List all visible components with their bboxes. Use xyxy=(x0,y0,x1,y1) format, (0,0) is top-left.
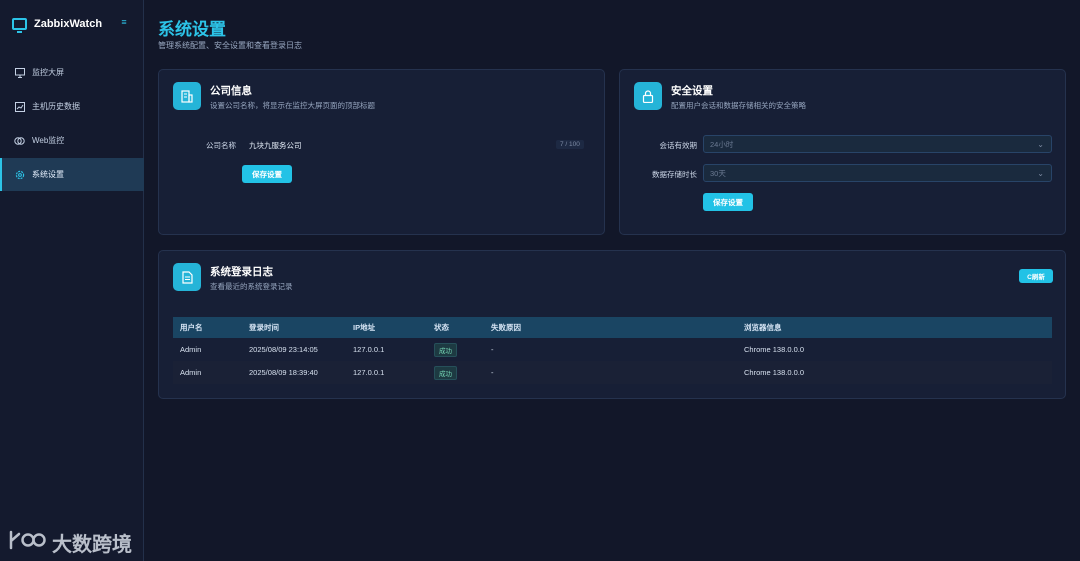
column-header-browser: 浏览器信息 xyxy=(744,323,782,332)
security-settings-card: 安全设置 配置用户会话和数据存储相关的安全策略 会话有效期 24小时 ⌄ 数据存… xyxy=(619,69,1066,235)
company-info-card: 公司信息 设置公司名称，将显示在监控大屏页面的顶部标题 公司名称 九块九服务公司… xyxy=(158,69,605,235)
cell-ip: 127.0.0.1 xyxy=(353,345,385,354)
company-name-label: 公司名称 xyxy=(206,141,236,150)
session-expiry-select[interactable]: 24小时 ⌄ xyxy=(703,135,1052,153)
column-header-reason: 失败原因 xyxy=(491,323,521,332)
company-save-button[interactable]: 保存设置 xyxy=(242,165,292,183)
login-log-table: 用户名 登录时间 IP地址 状态 失败原因 浏览器信息 Admin 2025/0… xyxy=(173,317,1052,384)
company-name-input[interactable]: 九块九服务公司 xyxy=(249,140,549,151)
monitor-logo-icon xyxy=(12,18,27,33)
lock-icon xyxy=(634,82,662,110)
cell-reason: - xyxy=(491,345,494,354)
page-subtitle: 管理系统配置、安全设置和查看登录日志 xyxy=(158,41,302,50)
document-icon xyxy=(173,263,201,291)
cell-user: Admin xyxy=(180,368,202,377)
sidebar-item-dashboard[interactable]: 监控大屏 xyxy=(0,56,144,89)
sidebar-item-host-history[interactable]: 主机历史数据 xyxy=(0,90,144,123)
company-name-counter: 7 / 100 xyxy=(556,140,584,149)
watermark: 大数跨境 xyxy=(8,528,132,557)
company-card-desc: 设置公司名称，将显示在监控大屏页面的顶部标题 xyxy=(210,101,375,110)
watermark-text: 大数跨境 xyxy=(52,534,132,556)
status-badge: 成功 xyxy=(434,365,457,380)
log-card-title: 系统登录日志 xyxy=(210,266,273,278)
cell-browser: Chrome 138.0.0.0 xyxy=(744,368,805,377)
table-row: Admin 2025/08/09 23:14:05 127.0.0.1 成功 -… xyxy=(173,338,1052,361)
sidebar-item-label: Web监控 xyxy=(32,136,65,145)
sidebar-nav: 监控大屏 主机历史数据 Web监控 系统设置 xyxy=(0,56,144,192)
sidebar-item-settings[interactable]: 系统设置 xyxy=(0,158,144,191)
page-title: 系统设置 xyxy=(158,20,226,39)
security-save-button[interactable]: 保存设置 xyxy=(703,193,753,211)
cell-browser: Chrome 138.0.0.0 xyxy=(744,345,805,354)
column-header-status: 状态 xyxy=(434,323,449,332)
data-retention-value: 30天 xyxy=(710,168,726,178)
column-header-user: 用户名 xyxy=(180,323,203,332)
column-header-ip: IP地址 xyxy=(353,323,376,332)
cell-user: Admin xyxy=(180,345,202,354)
login-log-card: 系统登录日志 查看最近的系统登录记录 C刷新 用户名 登录时间 IP地址 状态 … xyxy=(158,250,1066,399)
chevron-down-icon: ⌄ xyxy=(1037,169,1044,178)
refresh-button[interactable]: C刷新 xyxy=(1019,269,1053,283)
session-expiry-value: 24小时 xyxy=(710,139,734,149)
monitor-icon xyxy=(14,67,25,78)
cell-ip: 127.0.0.1 xyxy=(353,368,385,377)
security-card-title: 安全设置 xyxy=(671,85,713,97)
cell-time: 2025/08/09 18:39:40 xyxy=(249,368,318,377)
watermark-logo-icon xyxy=(8,529,46,556)
status-badge: 成功 xyxy=(434,342,457,357)
log-card-desc: 查看最近的系统登录记录 xyxy=(210,282,293,291)
column-header-time: 登录时间 xyxy=(249,323,279,332)
menu-toggle-icon[interactable]: ≡ xyxy=(118,17,130,27)
brand: ZabbixWatch ≡ xyxy=(12,14,132,34)
cell-reason: - xyxy=(491,368,494,377)
chevron-down-icon: ⌄ xyxy=(1037,140,1044,149)
session-expiry-label: 会话有效期 xyxy=(659,141,698,150)
sidebar-item-web-monitor[interactable]: Web监控 xyxy=(0,124,144,157)
company-card-title: 公司信息 xyxy=(210,85,252,97)
data-retention-select[interactable]: 30天 ⌄ xyxy=(703,164,1052,182)
chart-icon xyxy=(14,101,25,112)
main-content: 系统设置 管理系统配置、安全设置和查看登录日志 公司信息 设置公司名称，将显示在… xyxy=(145,0,1080,561)
building-icon xyxy=(173,82,201,110)
sidebar-item-label: 监控大屏 xyxy=(32,68,64,77)
sidebar-item-label: 主机历史数据 xyxy=(32,102,80,111)
data-retention-label: 数据存储时长 xyxy=(652,170,697,179)
table-header: 用户名 登录时间 IP地址 状态 失败原因 浏览器信息 xyxy=(173,317,1052,338)
cell-time: 2025/08/09 23:14:05 xyxy=(249,345,318,354)
sidebar-item-label: 系统设置 xyxy=(32,170,64,179)
security-card-desc: 配置用户会话和数据存储相关的安全策略 xyxy=(671,101,806,110)
sidebar: ZabbixWatch ≡ 监控大屏 主机历史数据 Web监控 系统设置 xyxy=(0,0,144,561)
web-icon xyxy=(14,135,25,146)
gear-icon xyxy=(14,169,25,180)
table-row: Admin 2025/08/09 18:39:40 127.0.0.1 成功 -… xyxy=(173,361,1052,384)
app-name: ZabbixWatch xyxy=(34,18,103,30)
